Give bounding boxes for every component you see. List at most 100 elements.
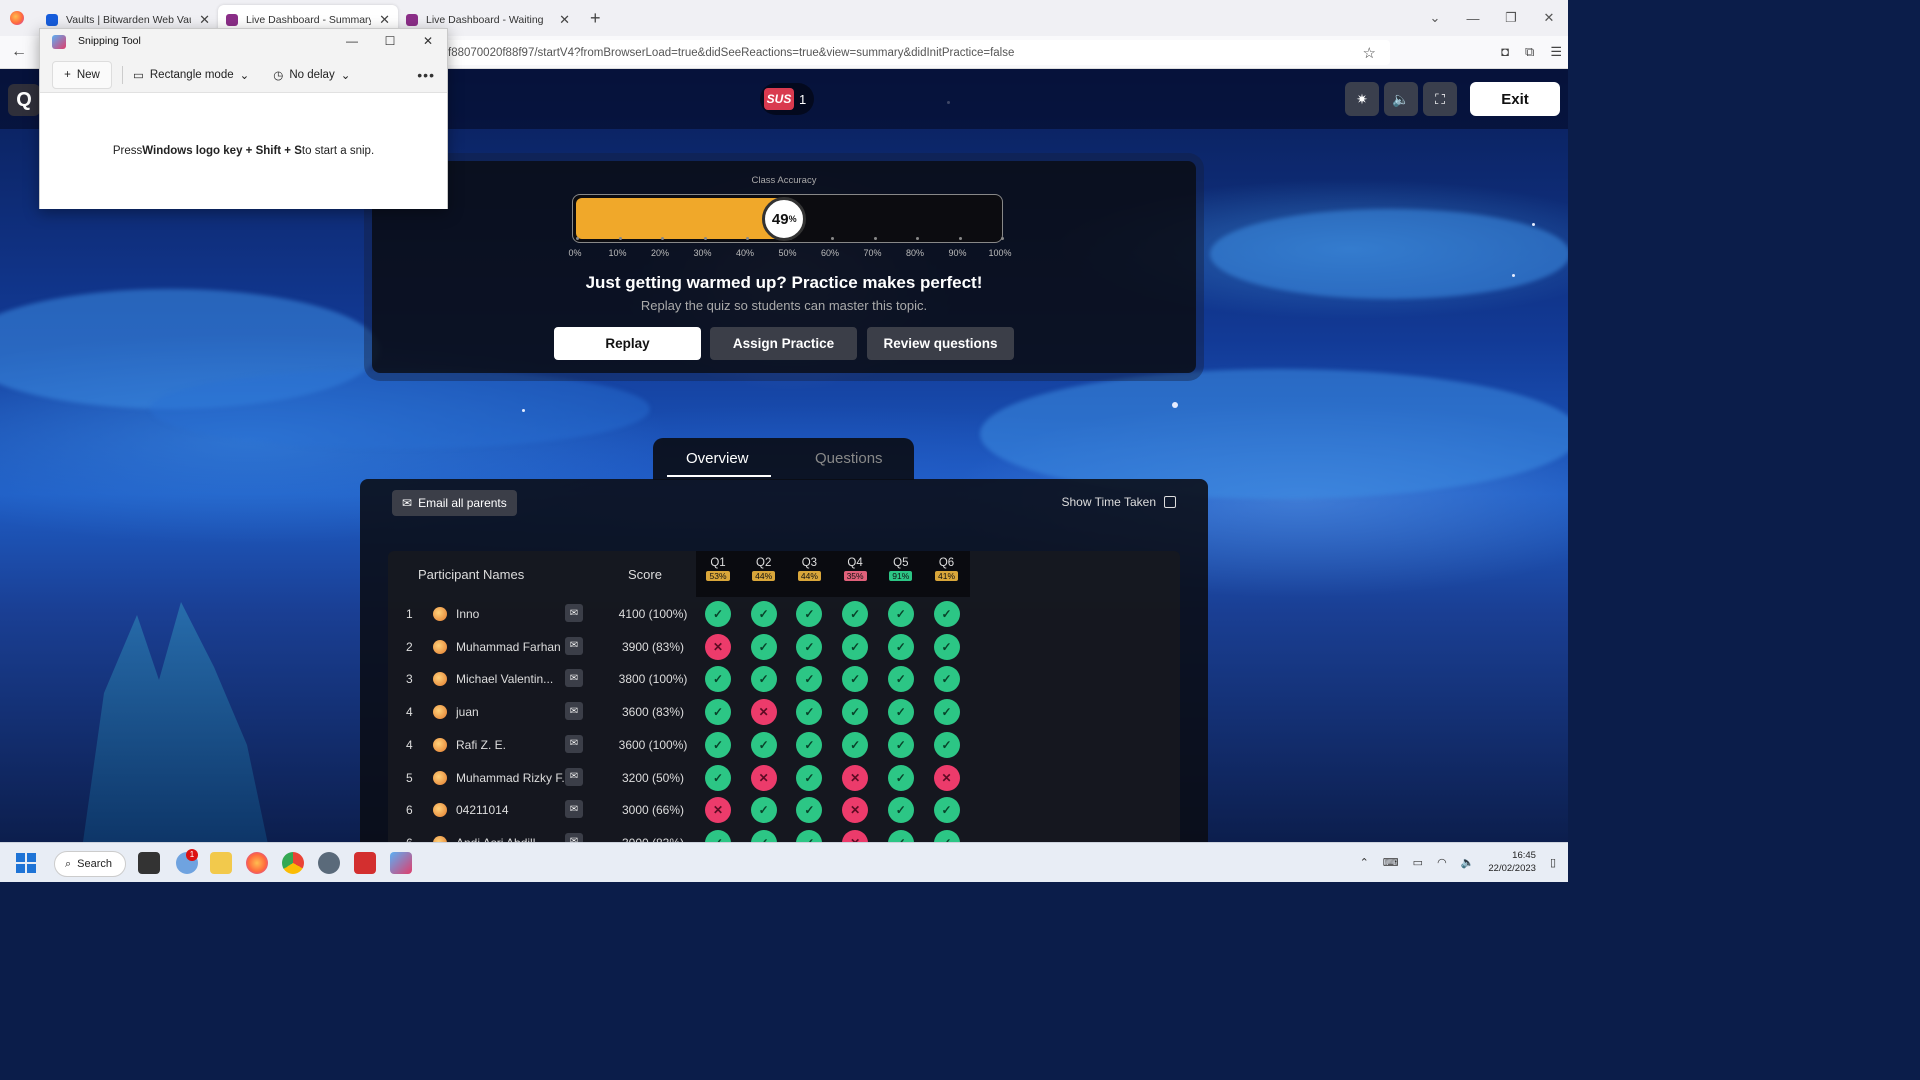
correct-check-icon[interactable]: ✓ [933,829,960,842]
correct-check-icon[interactable]: ✓ [705,699,731,726]
correct-check-icon[interactable]: ✓ [933,699,960,726]
display-icon[interactable]: ▭ [1413,856,1423,869]
incorrect-x-icon[interactable]: ✕ [842,764,869,791]
show-time-checkbox[interactable] [1164,496,1176,508]
correct-check-icon[interactable]: ✓ [842,699,869,726]
correct-check-icon[interactable]: ✓ [705,764,731,791]
incorrect-x-icon[interactable]: ✕ [705,797,731,824]
correct-check-icon[interactable]: ✓ [796,633,823,660]
email-parent-button[interactable]: ✉ [565,734,583,753]
effects-button[interactable]: ✷ [1345,82,1379,116]
correct-check-icon[interactable]: ✓ [887,699,914,726]
notifications-icon[interactable]: ▯ [1550,856,1556,869]
table-row[interactable]: 1 Inno ✉ 4100 (100%) ✓ ✓ ✓ ✓ ✓ ✓ [388,598,1180,630]
firefox-icon[interactable] [246,852,268,874]
correct-check-icon[interactable]: ✓ [933,601,960,627]
question-header[interactable]: Q4 35% [832,557,878,582]
assign-practice-button[interactable]: Assign Practice [710,327,857,360]
email-parent-button[interactable]: ✉ [565,702,583,721]
email-parent-button[interactable]: ✉ [565,800,583,819]
correct-check-icon[interactable]: ✓ [933,666,960,693]
snip-mode-dropdown[interactable]: ▭ Rectangle mode ⌄ [133,68,249,82]
maximize-button[interactable]: ☐ [371,29,409,53]
settings-gear-icon[interactable] [318,852,340,874]
correct-check-icon[interactable]: ✓ [705,666,731,693]
correct-check-icon[interactable]: ✓ [705,829,731,842]
correct-check-icon[interactable]: ✓ [796,666,823,693]
incorrect-x-icon[interactable]: ✕ [933,764,960,791]
acrobat-icon[interactable] [354,852,376,874]
correct-check-icon[interactable]: ✓ [705,731,731,758]
question-header[interactable]: Q6 41% [924,557,970,582]
close-button[interactable]: ✕ [409,29,447,53]
email-parent-button[interactable]: ✉ [565,832,583,842]
table-row[interactable]: 6Andi Asri Abdill...✉3000 (83%)✓✓✓✕✓✓ [388,827,1180,842]
correct-check-icon[interactable]: ✓ [796,731,823,758]
close-icon[interactable]: ✕ [379,12,390,28]
incorrect-x-icon[interactable]: ✕ [705,633,731,660]
participant-name[interactable]: 04211014 [456,803,564,817]
review-questions-button[interactable]: Review questions [867,327,1014,360]
email-all-parents-button[interactable]: ✉ Email all parents [392,490,517,516]
participant-name[interactable]: Muhammad Farhan [456,640,564,654]
table-row[interactable]: 4 Rafi Z. E. ✉ 3600 (100%) ✓ ✓ ✓ ✓ ✓ ✓ [388,729,1180,761]
correct-check-icon[interactable]: ✓ [796,829,823,842]
tab-overview[interactable]: Overview [686,450,749,467]
participant-name[interactable]: Inno [456,607,564,621]
snip-delay-dropdown[interactable]: ◷ No delay ⌄ [273,68,350,82]
new-snip-button[interactable]: + New [52,60,112,89]
correct-check-icon[interactable]: ✓ [842,601,869,627]
close-window-button[interactable]: ✕ [1530,10,1568,26]
show-time-taken-toggle[interactable]: Show Time Taken [1062,495,1176,509]
participant-name[interactable]: Muhammad Rizky F... [456,771,564,785]
tab-questions[interactable]: Questions [815,450,883,467]
new-tab-button[interactable]: + [590,8,601,29]
table-row[interactable]: 3 Michael Valentin... ✉ 3800 (100%) ✓ ✓ ✓ ✓ ✓ ✓ [388,663,1180,695]
tab-list-chevron-icon[interactable]: ⌄ [1416,10,1454,26]
exit-button[interactable]: Exit [1470,82,1560,116]
email-parent-button[interactable]: ✉ [565,636,583,655]
restore-button[interactable]: ❐ [1492,10,1530,26]
correct-check-icon[interactable]: ✓ [705,601,731,627]
pocket-icon[interactable]: ◘ [1501,44,1509,60]
correct-check-icon[interactable]: ✓ [933,633,960,660]
extensions-icon[interactable]: ⧉ [1525,44,1534,60]
incorrect-x-icon[interactable]: ✕ [750,699,777,726]
correct-check-icon[interactable]: ✓ [933,731,960,758]
close-icon[interactable]: ✕ [559,12,570,28]
table-row[interactable]: 2 Muhammad Farhan ✉ 3900 (83%) ✕ ✓ ✓ ✓ ✓ ✓ [388,631,1180,663]
correct-check-icon[interactable]: ✓ [842,731,869,758]
question-header[interactable]: Q2 44% [741,557,787,582]
chevron-up-icon[interactable]: ⌃ [1360,856,1369,869]
taskbar-search[interactable]: ⌕ Search [54,851,126,877]
incorrect-x-icon[interactable]: ✕ [842,829,869,842]
chrome-icon[interactable] [282,852,304,874]
table-row[interactable]: 6 04211014 ✉ 3000 (66%) ✕ ✓ ✓ ✕ ✓ ✓ [388,794,1180,826]
close-icon[interactable]: ✕ [199,12,210,28]
participant-name[interactable]: Rafi Z. E. [456,738,564,752]
keyboard-icon[interactable]: ⌨ [1383,856,1399,869]
back-arrow-icon[interactable]: ← [0,43,38,61]
task-view-icon[interactable] [138,852,160,874]
incorrect-x-icon[interactable]: ✕ [842,797,869,824]
question-header[interactable]: Q5 91% [878,557,924,582]
table-row[interactable]: 5 Muhammad Rizky F... ✉ 3200 (50%) ✓ ✕ ✓ ✕ ✓ ✕ [388,762,1180,794]
minimize-button[interactable]: — [333,29,371,53]
fullscreen-button[interactable]: ⛶ [1423,82,1457,116]
more-options-icon[interactable]: ••• [417,67,435,83]
participant-name[interactable]: juan [456,705,564,719]
correct-check-icon[interactable]: ✓ [887,666,914,693]
question-header[interactable]: Q3 44% [786,557,832,582]
email-parent-button[interactable]: ✉ [565,604,583,622]
correct-check-icon[interactable]: ✓ [887,601,914,627]
start-button[interactable] [16,853,36,873]
replay-button[interactable]: Replay [554,327,701,360]
email-parent-button[interactable]: ✉ [565,669,583,688]
menu-icon[interactable]: ☰ [1550,44,1562,60]
correct-check-icon[interactable]: ✓ [796,601,823,627]
correct-check-icon[interactable]: ✓ [887,764,914,791]
question-header[interactable]: Q1 53% [695,557,741,582]
table-row[interactable]: 4 juan ✉ 3600 (83%) ✓ ✕ ✓ ✓ ✓ ✓ [388,696,1180,728]
correct-check-icon[interactable]: ✓ [842,666,869,693]
volume-icon[interactable]: 🔈 [1461,856,1475,869]
